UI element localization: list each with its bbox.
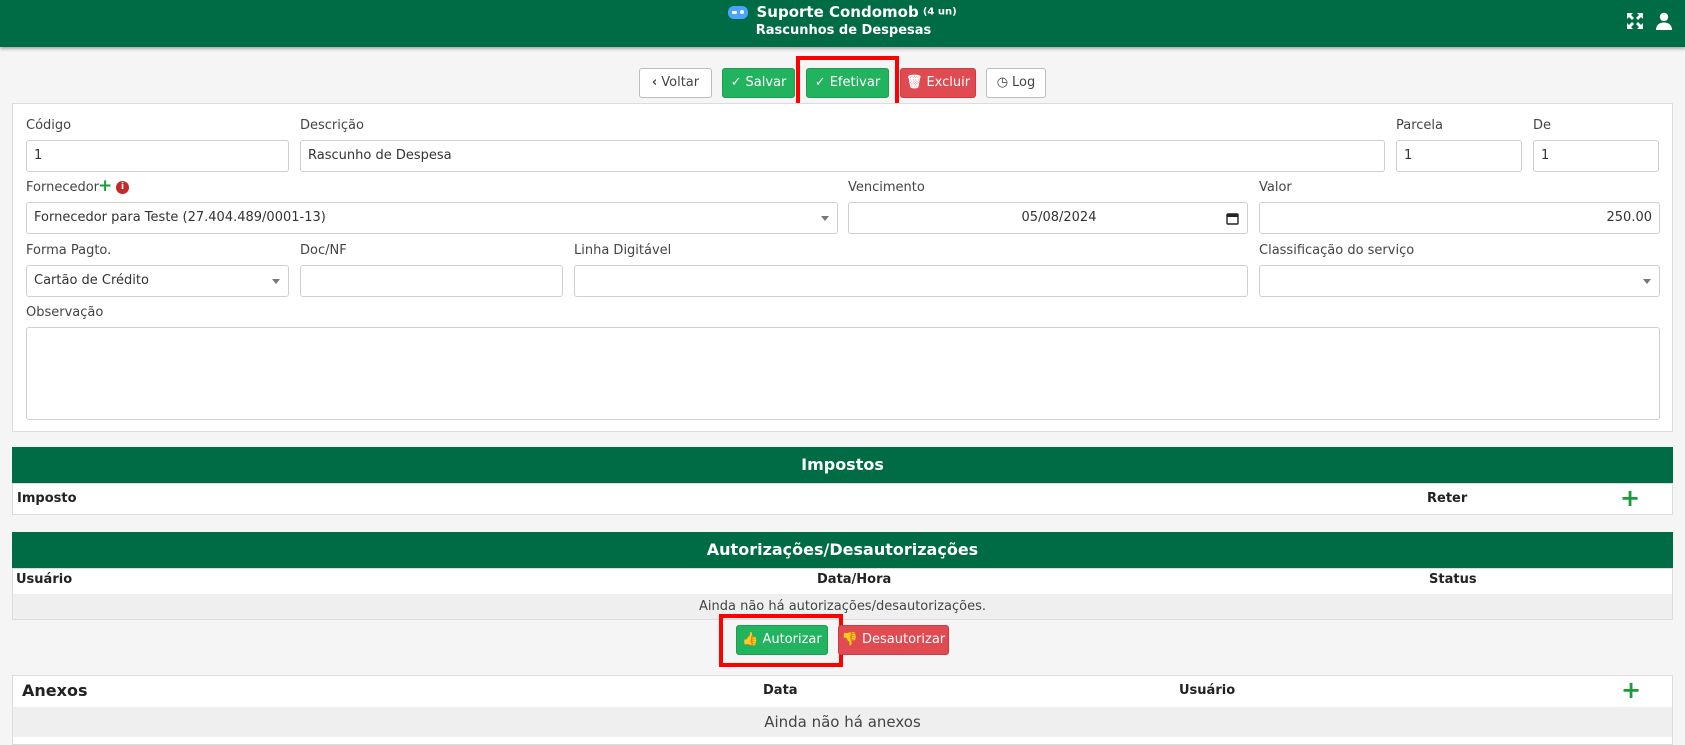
col-anexo-usuario: Usuário bbox=[1179, 683, 1236, 698]
thumbs-down-icon: 👎 bbox=[841, 632, 859, 647]
forma-pagto-label: Forma Pagto. bbox=[26, 243, 112, 258]
fornecedor-label: Fornecedor bbox=[26, 180, 100, 195]
col-status: Status bbox=[1429, 572, 1477, 587]
col-usuario: Usuário bbox=[16, 572, 73, 587]
deauthorize-button[interactable]: 👎 Desautorizar bbox=[838, 625, 949, 655]
back-label: Voltar bbox=[661, 75, 700, 90]
gamepad-icon bbox=[728, 5, 749, 19]
chevron-left-icon: ‹ bbox=[651, 75, 658, 90]
save-label: Salvar bbox=[745, 75, 787, 90]
fullscreen-icon[interactable] bbox=[1626, 12, 1644, 30]
valor-label: Valor bbox=[1259, 180, 1292, 195]
parcela-field[interactable]: 1 bbox=[1396, 140, 1522, 172]
vencimento-value: 05/08/2024 bbox=[1021, 210, 1097, 225]
classificacao-select[interactable] bbox=[1259, 265, 1660, 297]
header-title-row: Suporte Condomob (4 un) bbox=[0, 3, 1685, 21]
log-label: Log bbox=[1012, 75, 1036, 90]
app-header: Suporte Condomob (4 un) Rascunhos de Des… bbox=[0, 0, 1685, 47]
codigo-field[interactable]: 1 bbox=[26, 140, 289, 172]
add-attachment-icon[interactable]: + bbox=[1621, 678, 1641, 702]
anexos-title: Anexos bbox=[22, 681, 88, 700]
trash-icon: 🗑 bbox=[905, 75, 923, 90]
de-label: De bbox=[1533, 118, 1552, 133]
chevron-down-icon bbox=[1643, 279, 1651, 284]
save-button[interactable]: ✓ Salvar bbox=[722, 68, 795, 98]
chevron-down-icon bbox=[821, 216, 829, 221]
de-field[interactable]: 1 bbox=[1533, 140, 1659, 172]
unit-count: (4 un) bbox=[922, 6, 957, 18]
chevron-down-icon bbox=[272, 279, 280, 284]
anexos-empty-row: Ainda não há anexos bbox=[13, 707, 1672, 737]
info-icon[interactable]: i bbox=[116, 181, 129, 194]
check-icon: ✓ bbox=[730, 75, 742, 90]
app-name: Suporte Condomob bbox=[756, 3, 919, 21]
page-subtitle: Rascunhos de Despesas bbox=[755, 23, 932, 38]
codigo-label: Código bbox=[26, 118, 72, 133]
col-anexo-data: Data bbox=[763, 683, 798, 698]
doc-nf-label: Doc/NF bbox=[300, 243, 347, 258]
delete-button[interactable]: 🗑 Excluir bbox=[900, 68, 976, 98]
descricao-field[interactable]: Rascunho de Despesa bbox=[300, 140, 1385, 172]
vencimento-label: Vencimento bbox=[848, 180, 925, 195]
calendar-icon[interactable] bbox=[1226, 212, 1239, 225]
add-tax-icon[interactable]: + bbox=[1620, 486, 1640, 510]
back-button[interactable]: ‹ Voltar bbox=[639, 68, 712, 98]
add-supplier-icon[interactable]: + bbox=[98, 176, 112, 196]
observacao-textarea[interactable] bbox=[26, 327, 1660, 420]
user-icon[interactable] bbox=[1655, 12, 1673, 30]
fornecedor-value: Fornecedor para Teste (27.404.489/0001-1… bbox=[34, 210, 326, 225]
col-imposto: Imposto bbox=[17, 491, 77, 506]
impostos-table bbox=[12, 483, 1673, 515]
delete-label: Excluir bbox=[926, 75, 971, 90]
parcela-label: Parcela bbox=[1396, 118, 1444, 133]
vencimento-field[interactable]: 05/08/2024 bbox=[848, 202, 1248, 234]
col-reter: Reter bbox=[1427, 491, 1468, 506]
doc-nf-field[interactable] bbox=[300, 265, 563, 297]
classificacao-label: Classificação do serviço bbox=[1259, 243, 1415, 258]
descricao-label: Descrição bbox=[300, 118, 364, 133]
log-button[interactable]: ◷ Log bbox=[986, 68, 1046, 98]
col-data-hora: Data/Hora bbox=[817, 572, 892, 587]
linha-digitavel-label: Linha Digitável bbox=[574, 243, 672, 258]
deauthorize-label: Desautorizar bbox=[862, 632, 946, 647]
forma-pagto-value: Cartão de Crédito bbox=[34, 273, 149, 288]
impostos-header: Impostos bbox=[12, 447, 1673, 483]
clock-icon: ◷ bbox=[996, 75, 1009, 90]
autorizacoes-header: Autorizações/Desautorizações bbox=[12, 532, 1673, 568]
highlight-box bbox=[796, 56, 899, 109]
forma-pagto-select[interactable]: Cartão de Crédito bbox=[26, 265, 289, 297]
fornecedor-select[interactable]: Fornecedor para Teste (27.404.489/0001-1… bbox=[26, 202, 838, 234]
observacao-label: Observação bbox=[26, 305, 104, 320]
highlight-box bbox=[719, 614, 843, 667]
valor-field[interactable]: 250.00 bbox=[1259, 202, 1660, 234]
linha-digitavel-field[interactable] bbox=[574, 265, 1248, 297]
